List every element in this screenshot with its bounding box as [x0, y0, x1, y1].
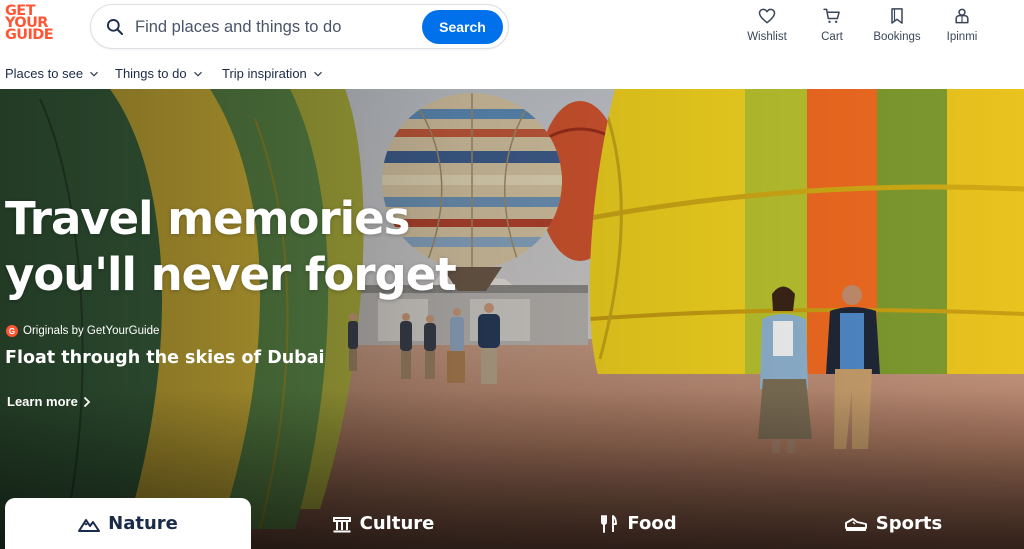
heart-icon — [758, 8, 776, 24]
nav-trip-inspiration[interactable]: Trip inspiration — [222, 66, 323, 81]
tab-label: Culture — [359, 513, 435, 534]
hero-subtitle: Float through the skies of Dubai — [5, 348, 325, 368]
chevron-down-icon — [90, 71, 99, 77]
learn-more-label: Learn more — [7, 394, 78, 409]
museum-icon — [332, 516, 351, 532]
cart-icon — [823, 8, 840, 23]
nav-label: Things to do — [115, 66, 187, 81]
getyourguide-badge-icon: G — [6, 325, 18, 337]
learn-more-link[interactable]: Learn more — [7, 394, 91, 409]
secondary-nav: Places to see Things to do Trip inspirat… — [0, 60, 1024, 88]
tab-label: Food — [627, 513, 677, 534]
mountain-icon — [78, 518, 101, 532]
cart-label: Cart — [821, 31, 843, 43]
search-button[interactable]: Search — [422, 10, 503, 44]
search-bar: Search — [90, 4, 509, 49]
wishlist-label: Wishlist — [747, 31, 787, 43]
profile-label: Ipinmi — [946, 31, 978, 43]
getyourguide-logo[interactable]: GET YOUR GUIDE — [5, 4, 61, 43]
tab-sports[interactable]: Sports — [770, 498, 1016, 549]
nav-places-to-see[interactable]: Places to see — [5, 66, 99, 81]
hero-banner: Travel memories you'll never forget G Or… — [0, 89, 1024, 549]
search-icon — [107, 19, 124, 36]
bookings-label: Bookings — [873, 31, 921, 43]
bookmark-icon — [891, 8, 903, 24]
cart-link[interactable]: Cart — [797, 6, 867, 43]
chevron-down-icon — [193, 71, 202, 77]
hero-title-line-1: Travel memories — [5, 192, 410, 245]
category-tabs: Nature Culture Food Sports — [0, 498, 1024, 549]
nav-things-to-do[interactable]: Things to do — [115, 66, 203, 81]
tab-label: Nature — [108, 513, 178, 534]
originals-tag: G Originals by GetYourGuide — [6, 325, 159, 337]
tab-food[interactable]: Food — [515, 498, 761, 549]
chevron-down-icon — [313, 71, 322, 77]
top-header: GET YOUR GUIDE Search Wishlist Cart Book… — [0, 0, 1024, 56]
chevron-right-icon — [83, 396, 91, 407]
bookings-link[interactable]: Bookings — [862, 6, 932, 43]
fork-knife-icon — [601, 514, 618, 533]
tab-label: Sports — [875, 513, 943, 534]
search-input[interactable] — [135, 15, 415, 39]
sneaker-icon — [844, 517, 867, 531]
tab-culture[interactable]: Culture — [260, 498, 506, 549]
wishlist-link[interactable]: Wishlist — [732, 6, 802, 43]
originals-label: Originals by GetYourGuide — [23, 325, 160, 337]
user-icon — [955, 8, 969, 24]
hero-title-line-2: you'll never forget — [5, 248, 457, 301]
nav-label: Places to see — [5, 66, 84, 81]
hero-title: Travel memories you'll never forget — [5, 191, 457, 303]
logo-line-3: GUIDE — [5, 27, 54, 43]
nav-label: Trip inspiration — [222, 66, 307, 81]
profile-link[interactable]: Ipinmi — [927, 6, 997, 43]
hero-background-image — [0, 89, 1024, 549]
tab-nature[interactable]: Nature — [5, 498, 251, 549]
